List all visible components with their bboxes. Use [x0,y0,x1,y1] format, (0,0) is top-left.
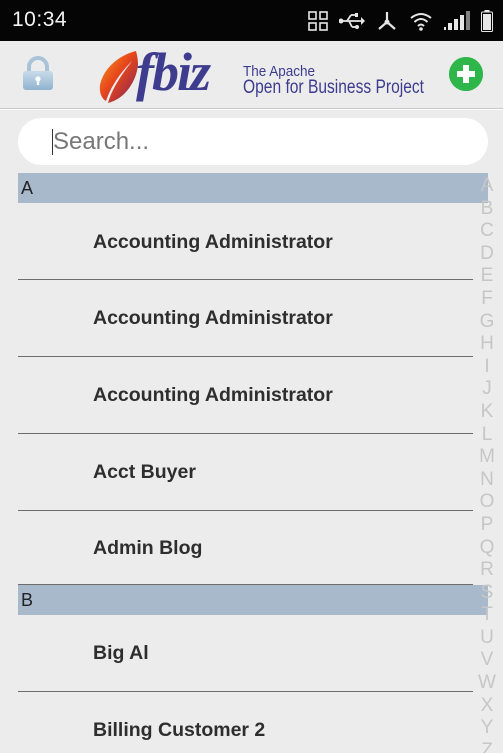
index-letter-q[interactable]: Q [475,537,499,560]
index-letter-u[interactable]: U [475,627,499,650]
index-letter-h[interactable]: H [475,333,499,356]
add-button[interactable] [449,57,483,91]
feather-logo-icon [96,49,140,105]
index-letter-l[interactable]: L [475,424,499,447]
search-box [18,118,488,165]
status-bar: 10:34 [0,0,503,41]
logo-tagline-line2: Open for Business Project [243,77,424,98]
index-letter-f[interactable]: F [475,288,499,311]
index-letter-y[interactable]: Y [475,717,499,740]
list-item[interactable]: Big Al [18,615,473,692]
index-letter-d[interactable]: D [475,243,499,266]
list-item-label: Billing Customer 2 [93,719,266,741]
list-item-label: Accounting Administrator [93,307,333,329]
ofbiz-logo: fbiz The Apache Open for Business Projec… [96,42,436,107]
signal-icon [444,11,470,31]
index-letter-e[interactable]: E [475,265,499,288]
index-letter-n[interactable]: N [475,469,499,492]
list-item[interactable]: Accounting Administrator [18,357,473,434]
status-icons [308,9,493,33]
index-letter-i[interactable]: I [475,356,499,379]
wifi-icon [409,11,433,31]
index-letter-o[interactable]: O [475,491,499,514]
grid-icon [308,11,328,31]
app-header: fbiz The Apache Open for Business Projec… [0,41,503,109]
list-item[interactable]: Billing Customer 2 [18,692,473,753]
list-item[interactable]: Accounting Administrator [18,203,473,280]
index-letter-g[interactable]: G [475,311,499,334]
list-item-label: Admin Blog [93,537,203,559]
list-item-label: Accounting Administrator [93,384,333,406]
index-letter-a[interactable]: A [475,175,499,198]
index-letter-x[interactable]: X [475,695,499,718]
lock-icon[interactable] [20,56,56,92]
index-letter-r[interactable]: R [475,559,499,582]
list-item-label: Accounting Administrator [93,231,333,253]
index-letter-j[interactable]: J [475,378,499,401]
alphabet-index[interactable]: A B C D E F G H I J K L M N O P Q R S T … [475,175,499,753]
section-header-a: A [18,173,488,203]
list-item-label: Big Al [93,642,149,664]
list-item[interactable]: Acct Buyer [18,434,473,511]
index-letter-c[interactable]: C [475,220,499,243]
list-item[interactable]: Accounting Administrator [18,280,473,357]
section-header-b: B [18,585,488,615]
usb-icon [339,12,365,30]
index-letter-k[interactable]: K [475,401,499,424]
index-letter-m[interactable]: M [475,446,499,469]
index-letter-z[interactable]: Z [475,740,499,753]
index-letter-v[interactable]: V [475,649,499,672]
index-letter-t[interactable]: T [475,604,499,627]
index-letter-p[interactable]: P [475,514,499,537]
share-icon [376,10,398,32]
contact-list-area: A Accounting Administrator Accounting Ad… [0,110,503,753]
add-icon [449,57,483,91]
list-item[interactable]: Admin Blog [18,511,473,585]
search-input[interactable] [53,120,473,163]
list-item-label: Acct Buyer [93,461,196,483]
index-letter-s[interactable]: S [475,582,499,605]
logo-wordmark: fbiz [136,42,211,102]
battery-icon [481,10,493,32]
index-letter-w[interactable]: W [475,672,499,695]
status-time: 10:34 [12,8,68,31]
index-letter-b[interactable]: B [475,198,499,221]
